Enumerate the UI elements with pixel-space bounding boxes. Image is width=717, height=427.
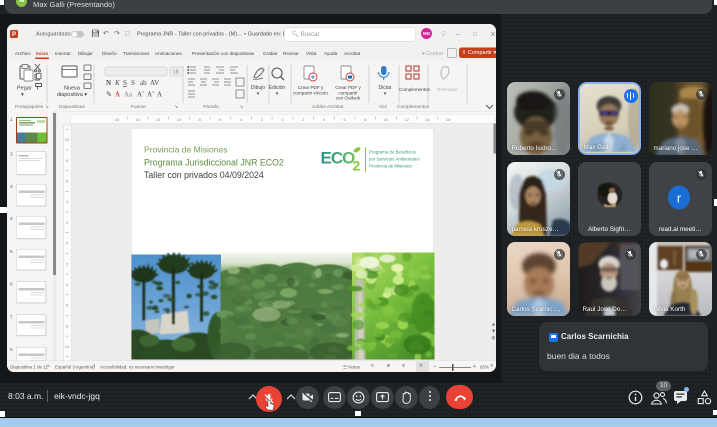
- svg-text:Aa: Aa: [124, 90, 133, 98]
- svg-text:8: 8: [199, 117, 201, 121]
- svg-text:16: 16: [446, 117, 450, 121]
- svg-text:8: 8: [66, 324, 68, 328]
- svg-text:0: 0: [281, 117, 283, 121]
- svg-text:A: A: [115, 90, 120, 98]
- svg-text:4: 4: [240, 117, 242, 121]
- svg-text:Aˇ: Aˇ: [147, 90, 155, 98]
- svg-text:6: 6: [66, 303, 68, 307]
- svg-text:10: 10: [384, 117, 388, 121]
- svg-text:Programa de Beneficios: Programa de Beneficios: [369, 149, 417, 154]
- svg-text:S: S: [131, 79, 135, 87]
- svg-text:2: 2: [66, 220, 68, 224]
- svg-text:Aˆ: Aˆ: [137, 90, 145, 98]
- svg-text:0: 0: [66, 241, 68, 245]
- svg-text:16: 16: [115, 117, 119, 121]
- svg-text:12: 12: [156, 117, 160, 121]
- svg-text:ab: ab: [140, 79, 147, 87]
- svg-text:ECO: ECO: [321, 148, 356, 167]
- svg-text:2: 2: [302, 117, 304, 121]
- svg-text:8: 8: [66, 158, 68, 162]
- svg-text:Provincia de Misiones: Provincia de Misiones: [369, 163, 413, 168]
- svg-text:14: 14: [425, 117, 429, 121]
- svg-text:✎: ✎: [106, 90, 112, 98]
- svg-text:10: 10: [65, 138, 69, 142]
- svg-text:A: A: [157, 90, 162, 98]
- svg-text:4: 4: [323, 117, 325, 121]
- svg-text:K: K: [114, 79, 120, 87]
- svg-text:10: 10: [65, 345, 69, 349]
- svg-text:8: 8: [364, 117, 366, 121]
- svg-text:14: 14: [135, 117, 139, 121]
- svg-text:2: 2: [66, 262, 68, 266]
- svg-text:4: 4: [66, 283, 68, 287]
- svg-text:10: 10: [177, 117, 181, 121]
- svg-text:18: 18: [173, 69, 179, 75]
- svg-text:6: 6: [219, 117, 221, 121]
- svg-text:6: 6: [344, 117, 346, 121]
- svg-text:6: 6: [66, 179, 68, 183]
- svg-text:12: 12: [405, 117, 409, 121]
- svg-text:S: S: [123, 79, 127, 87]
- svg-text:por Servicios Ambientales: por Servicios Ambientales: [369, 156, 420, 161]
- svg-text:r: r: [676, 190, 681, 205]
- svg-text:2: 2: [261, 117, 263, 121]
- svg-text:AV: AV: [150, 79, 159, 87]
- svg-text:N: N: [106, 79, 111, 87]
- svg-text:2: 2: [353, 157, 361, 173]
- svg-text:4: 4: [66, 200, 68, 204]
